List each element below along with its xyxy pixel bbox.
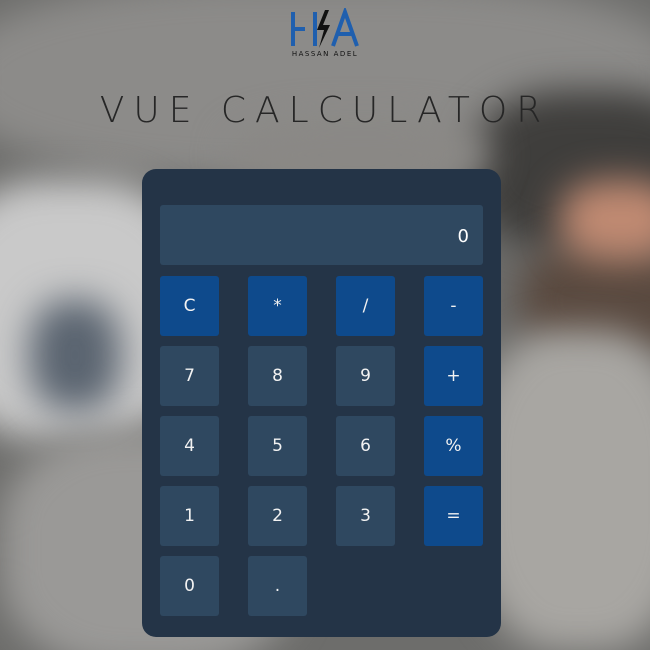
logo-subtitle: HASSAN ADEL — [291, 50, 359, 58]
key-add-button[interactable]: + — [424, 346, 483, 406]
calculator-panel: 0 C * / - 7 8 9 +4 5 6% 1 2 3 = 0. — [142, 169, 501, 637]
key-equals-button[interactable]: = — [424, 486, 483, 546]
key-subtract-button[interactable]: - — [424, 276, 483, 336]
key-divide-button[interactable]: / — [336, 276, 395, 336]
key-4-button[interactable]: 4 — [160, 416, 219, 476]
key-1-button[interactable]: 1 — [160, 486, 219, 546]
calculator-display: 0 — [160, 205, 483, 265]
key-percent-button[interactable]: % — [424, 416, 483, 476]
key-3-button[interactable]: 3 — [336, 486, 395, 546]
key-9-button[interactable]: 9 — [336, 346, 395, 406]
key-0-button[interactable]: 0 — [160, 556, 219, 616]
key-8-button[interactable]: 8 — [248, 346, 307, 406]
key-6-button[interactable]: 6 — [336, 416, 395, 476]
key-2-button[interactable]: 2 — [248, 486, 307, 546]
logo: HASSAN ADEL — [275, 8, 375, 72]
key-5-button[interactable]: 5 — [248, 416, 307, 476]
key-multiply-button[interactable]: * — [248, 276, 307, 336]
logo-mark-icon — [291, 8, 359, 48]
key-decimal-button[interactable]: . — [248, 556, 307, 616]
key-7-button[interactable]: 7 — [160, 346, 219, 406]
key-clear-button[interactable]: C — [160, 276, 219, 336]
page-title: VUE CALCULATOR — [99, 90, 551, 131]
